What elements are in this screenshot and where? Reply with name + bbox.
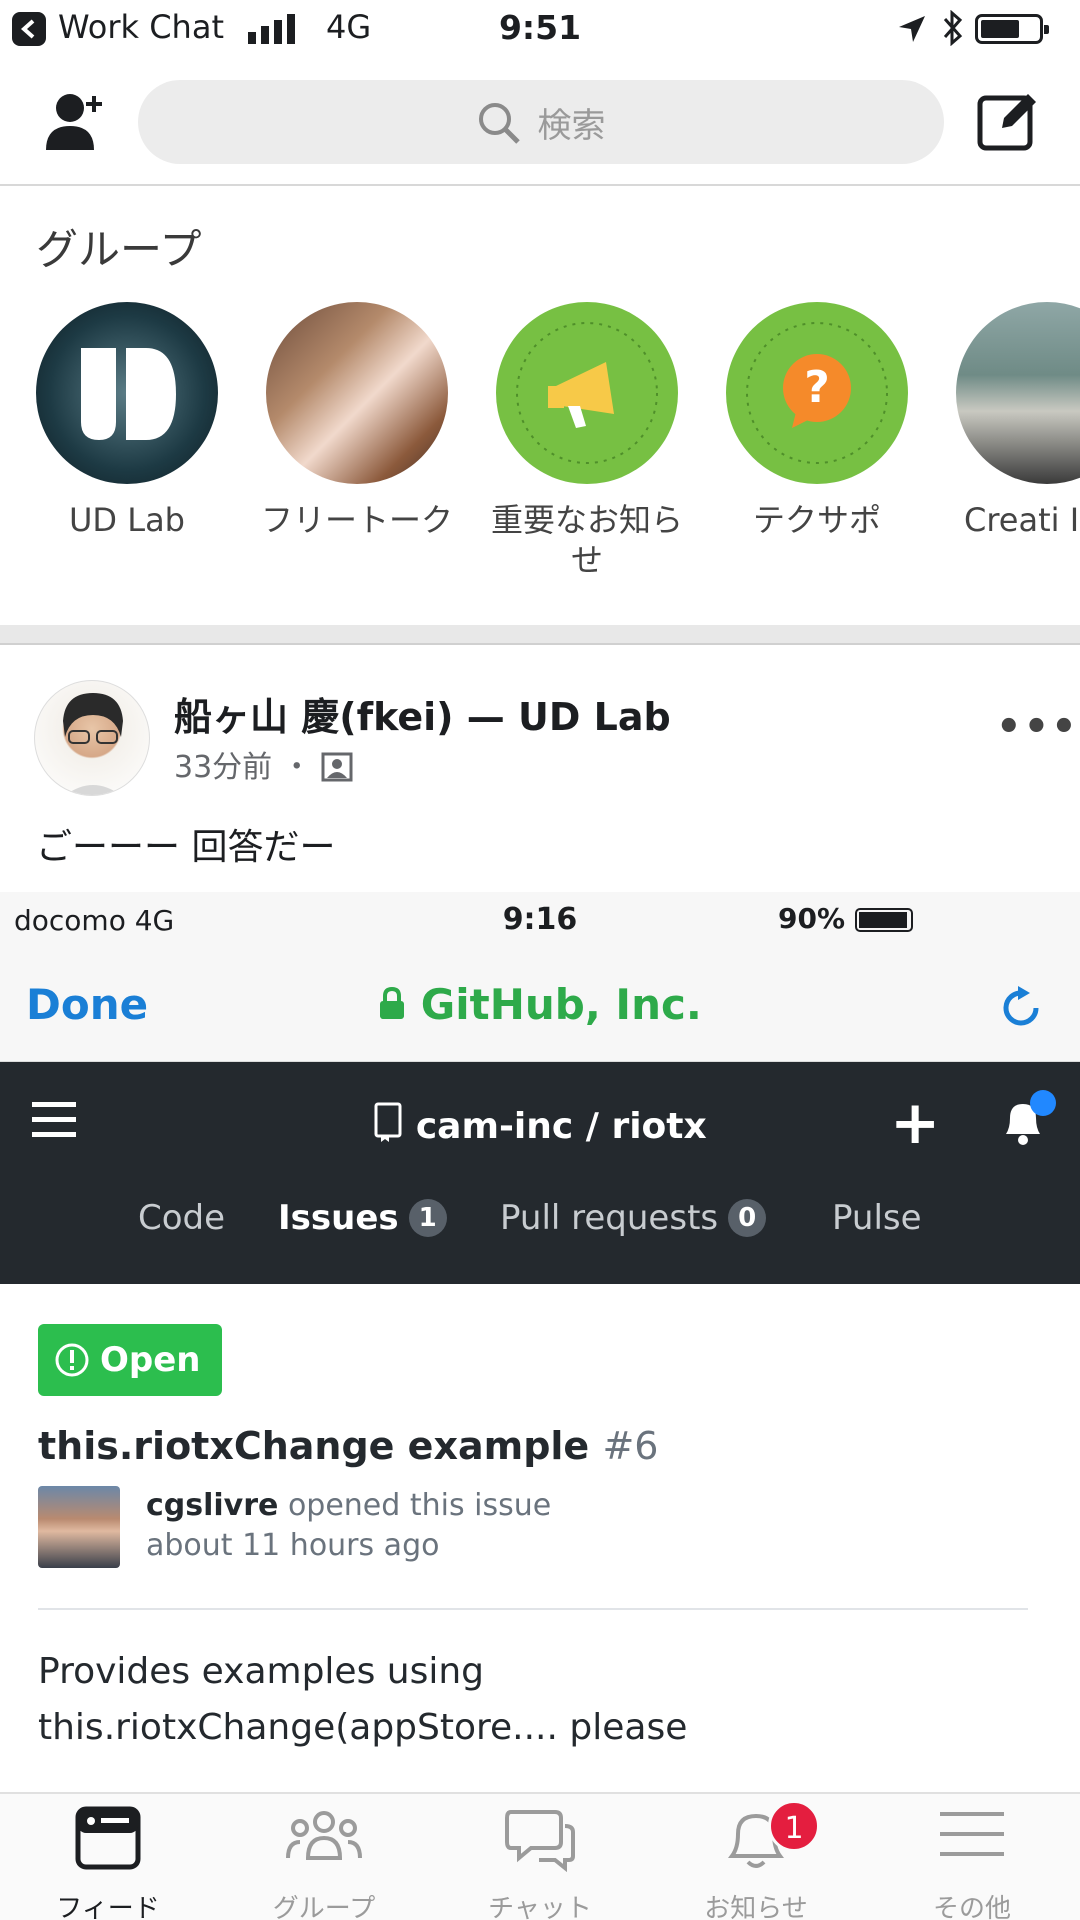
github-tab-code: Code (138, 1198, 226, 1238)
post-author-name[interactable]: 船ヶ山 慶(fkei) — UD Lab (174, 686, 671, 741)
issue-status-badge: Open (38, 1324, 222, 1396)
github-repo-name: cam-inc / riotx (415, 1106, 707, 1147)
embedded-battery-percent: 90% (778, 902, 846, 935)
notification-badge: 1 (768, 1800, 820, 1852)
group-name: テクサポ (752, 501, 881, 539)
svg-text:?: ? (804, 362, 830, 413)
lock-icon (380, 986, 405, 1019)
github-tab-issues: Issues 1 (278, 1198, 447, 1238)
notification-dot (1030, 1090, 1056, 1116)
issue-opened-icon (55, 1343, 89, 1377)
post-attached-image[interactable]: docomo 4G 9:16 90% Done GitHub, Inc. cam… (0, 892, 1080, 1792)
bottom-tab-bar: フィード グループ チャット 1 お知らせ その他 (0, 1792, 1080, 1920)
github-header: cam-inc / riotx + Code Issues 1 Pull requ… (0, 1062, 1080, 1284)
group-avatar (266, 302, 448, 484)
tab-feed[interactable]: フィード (0, 1806, 216, 1920)
embedded-battery-icon (854, 908, 913, 932)
post-meta: 33分前 ・ (174, 742, 353, 786)
group-avatar: ? (726, 302, 908, 484)
embedded-status-bar: docomo 4G 9:16 90% (0, 892, 1080, 950)
issue-author-line: cgslivre opened this issue (146, 1488, 551, 1523)
groups-section-title: グループ (36, 225, 202, 274)
reload-icon (1003, 986, 1039, 1026)
issue-author-avatar (38, 1486, 120, 1568)
issues-count-badge: 1 (408, 1199, 447, 1237)
chat-icon (505, 1810, 575, 1873)
post-text: ごーーー 回答だー (36, 827, 336, 868)
section-divider (0, 625, 1080, 645)
issue-action: opened this issue (287, 1488, 552, 1523)
compose-icon[interactable] (976, 88, 1042, 154)
post-author-avatar[interactable] (34, 680, 150, 796)
ud-lab-logo (81, 348, 176, 440)
issue-title: this.riotxChange example #6 (38, 1424, 658, 1468)
group-item-creative-initiative[interactable]: Creati Initiativ (932, 302, 1080, 540)
megaphone-icon (516, 322, 658, 464)
tab-label: グループ (272, 1894, 376, 1920)
tab-groups[interactable]: グループ (216, 1806, 432, 1920)
embedded-browser-bar: Done GitHub, Inc. (0, 950, 1080, 1062)
search-placeholder: 検索 (537, 106, 606, 146)
groups-carousel[interactable]: UD Lab フリートーク 重要なお知らせ ? テクサポ Creati I (0, 302, 1080, 602)
group-name: フリートーク (260, 501, 453, 539)
issue-body-line: this.riotxChange(appStore.... please (38, 1707, 688, 1748)
github-tab-issues-label: Issues (278, 1198, 399, 1238)
issue-status-label: Open (100, 1340, 201, 1380)
group-avatar (496, 302, 678, 484)
embedded-time: 9:16 (502, 902, 578, 937)
battery-icon (975, 14, 1049, 44)
tab-notifications[interactable]: 1 お知らせ (648, 1800, 864, 1920)
search-input[interactable]: 検索 (138, 80, 944, 164)
avatar (63, 693, 123, 795)
top-bar: 検索 (0, 58, 1080, 186)
menu-icon (940, 1812, 1004, 1856)
group-avatar (956, 302, 1080, 484)
group-name: UD Lab (69, 501, 185, 539)
question-bubble-icon: ? (746, 322, 888, 464)
tab-label: チャット (488, 1894, 592, 1920)
github-tab-pull-requests-label: Pull requests (500, 1198, 719, 1238)
tab-label: その他 (932, 1894, 1011, 1920)
issue-divider (38, 1608, 1028, 1610)
post-time: 33分前 ・ (174, 750, 312, 785)
embedded-site-name: GitHub, Inc. (420, 980, 702, 1029)
group-item-free-talk[interactable]: フリートーク (242, 302, 472, 540)
pull-requests-count-badge: 0 (728, 1199, 767, 1237)
search-icon (479, 102, 521, 144)
post-more-button[interactable]: ••• (996, 704, 1079, 750)
issue-author-name: cgslivre (146, 1488, 279, 1523)
issue-time: about 11 hours ago (146, 1528, 440, 1563)
group-item-announcements[interactable]: 重要なお知らせ (472, 302, 702, 580)
tab-more[interactable]: その他 (864, 1806, 1080, 1920)
tab-chat[interactable]: チャット (432, 1806, 648, 1920)
group-item-ud-lab[interactable]: UD Lab (12, 302, 242, 540)
group-avatar (36, 302, 218, 484)
repo-icon (374, 1102, 402, 1142)
issue-body: Provides examples using this.riotxChange… (38, 1644, 1038, 1756)
issue-body-line: Provides examples using (38, 1651, 485, 1692)
groups-icon (286, 1811, 362, 1860)
plus-icon: + (890, 1088, 941, 1158)
location-arrow-icon (899, 16, 925, 42)
photo-icon (321, 752, 353, 782)
embedded-status-right: 90% (778, 902, 913, 935)
bluetooth-icon (943, 10, 963, 46)
tab-label: お知らせ (704, 1894, 808, 1920)
issue-number: #6 (602, 1424, 659, 1468)
issue-title-text: this.riotxChange example (38, 1424, 590, 1468)
status-bar: Work Chat 4G 9:51 (0, 0, 1080, 58)
add-person-icon[interactable] (42, 88, 112, 158)
tab-label: フィード (56, 1894, 160, 1920)
embedded-site-title: GitHub, Inc. (0, 980, 1080, 1029)
github-tab-pull-requests: Pull requests 0 (500, 1198, 767, 1238)
group-name: Creati Initiativ (964, 501, 1080, 539)
github-tab-pulse: Pulse (832, 1198, 922, 1238)
group-name: 重要なお知らせ (490, 501, 683, 579)
group-item-tech-support[interactable]: ? テクサポ (702, 302, 932, 540)
feed-icon (75, 1806, 141, 1870)
